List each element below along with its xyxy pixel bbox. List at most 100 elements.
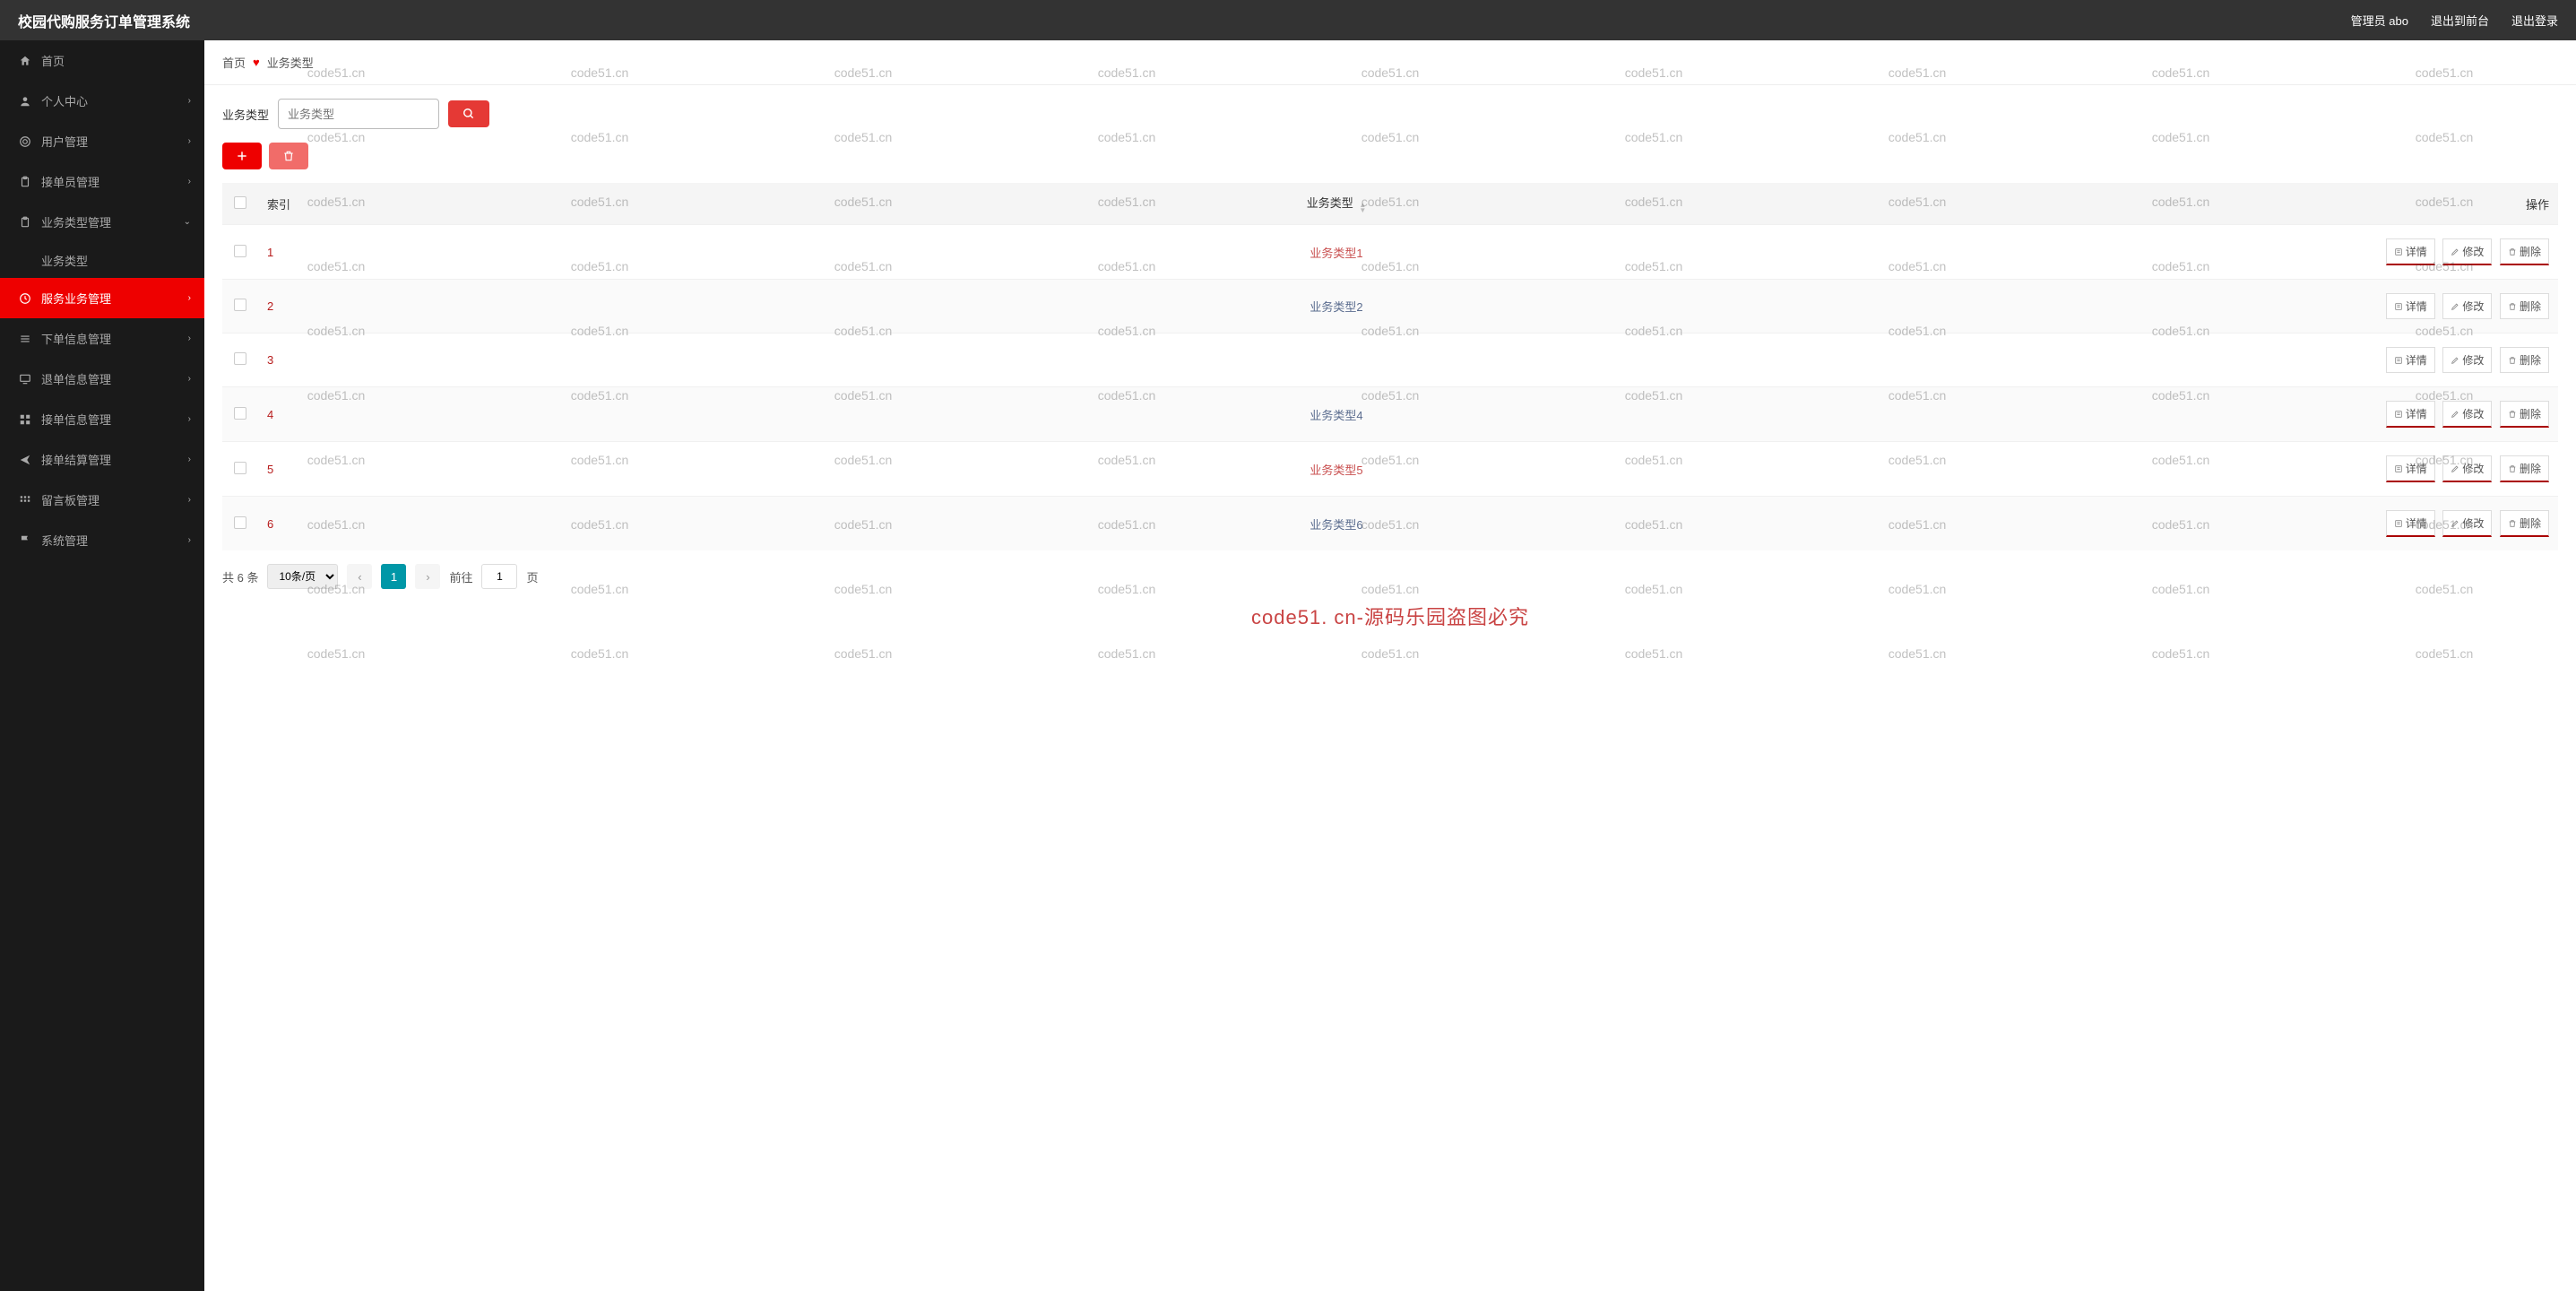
page-number-button[interactable]: 1 xyxy=(381,564,406,589)
row-type: 业务类型1 xyxy=(330,225,2343,280)
trash-icon xyxy=(2508,356,2517,365)
edit-icon xyxy=(2451,519,2459,528)
menu-label: 个人中心 xyxy=(41,92,88,109)
data-table: 索引 业务类型 ▲▼ 操作 1 业务类型1 详情 修改 删除 2 业务类型2 详 xyxy=(222,183,2558,550)
row-index: 2 xyxy=(258,280,330,334)
edit-button[interactable]: 修改 xyxy=(2442,401,2492,428)
plus-icon xyxy=(236,150,248,162)
grid-icon xyxy=(18,412,32,427)
row-checkbox[interactable] xyxy=(234,352,246,365)
detail-button[interactable]: 详情 xyxy=(2386,401,2435,428)
menu-label: 首页 xyxy=(41,52,65,69)
table-row: 4 业务类型4 详情 修改 删除 xyxy=(222,387,2558,442)
menu-label: 业务类型管理 xyxy=(41,213,111,230)
edit-button[interactable]: 修改 xyxy=(2442,238,2492,265)
chevron-right-icon: › xyxy=(188,495,191,505)
row-checkbox[interactable] xyxy=(234,462,246,474)
detail-icon xyxy=(2394,519,2403,528)
home-icon xyxy=(18,54,32,68)
row-checkbox[interactable] xyxy=(234,245,246,257)
delete-button[interactable]: 删除 xyxy=(2500,455,2549,482)
logout-link[interactable]: 退出登录 xyxy=(2511,12,2558,29)
sidebar-item-首页[interactable]: 首页 xyxy=(0,40,204,81)
chevron-down-icon: ⌄ xyxy=(184,217,191,227)
detail-button[interactable]: 详情 xyxy=(2386,510,2435,537)
sidebar-item-退单信息管理[interactable]: 退单信息管理› xyxy=(0,359,204,399)
flag-icon xyxy=(18,533,32,548)
top-header: 校园代购服务订单管理系统 管理员 abo 退出到前台 退出登录 xyxy=(0,0,2576,40)
edit-button[interactable]: 修改 xyxy=(2442,293,2492,319)
add-button[interactable] xyxy=(222,143,262,169)
goto-page-input[interactable] xyxy=(481,564,517,589)
menu-label: 下单信息管理 xyxy=(41,330,111,347)
row-checkbox[interactable] xyxy=(234,516,246,529)
page-next-button[interactable]: › xyxy=(415,564,440,589)
select-all-checkbox[interactable] xyxy=(234,196,246,209)
sidebar-item-接单员管理[interactable]: 接单员管理 › xyxy=(0,161,204,202)
edit-button[interactable]: 修改 xyxy=(2442,510,2492,537)
sidebar-item-服务业务管理[interactable]: 服务业务管理› xyxy=(0,278,204,318)
delete-button[interactable]: 删除 xyxy=(2500,238,2549,265)
col-type[interactable]: 业务类型 ▲▼ xyxy=(330,183,2343,225)
table-row: 3 详情 修改 删除 xyxy=(222,334,2558,387)
sidebar: 首页个人中心›用户管理›接单员管理›业务类型管理⌄业务类型服务业务管理›下单信息… xyxy=(0,40,204,1291)
row-index: 1 xyxy=(258,225,330,280)
row-type xyxy=(330,334,2343,387)
chevron-right-icon: › xyxy=(188,293,191,303)
batch-delete-button[interactable] xyxy=(269,143,308,169)
page-size-select[interactable]: 10条/页 xyxy=(267,564,338,589)
detail-button[interactable]: 详情 xyxy=(2386,293,2435,319)
chevron-right-icon: › xyxy=(188,177,191,186)
goto-suffix: 页 xyxy=(526,568,538,585)
edit-button[interactable]: 修改 xyxy=(2442,455,2492,482)
sidebar-item-业务类型管理[interactable]: 业务类型管理 ⌄ xyxy=(0,202,204,242)
row-checkbox[interactable] xyxy=(234,407,246,420)
trash-icon xyxy=(2508,464,2517,473)
sidebar-item-接单信息管理[interactable]: 接单信息管理› xyxy=(0,399,204,439)
row-checkbox[interactable] xyxy=(234,299,246,311)
user-icon xyxy=(18,94,32,108)
detail-button[interactable]: 详情 xyxy=(2386,455,2435,482)
main-content: code51.cncode51.cncode51.cncode51.cncode… xyxy=(204,40,2576,1291)
chevron-right-icon: › xyxy=(188,374,191,384)
detail-icon xyxy=(2394,356,2403,365)
chevron-right-icon: › xyxy=(188,334,191,343)
chevron-right-icon: › xyxy=(188,455,191,464)
search-button[interactable] xyxy=(448,100,489,127)
sidebar-item-接单结算管理[interactable]: 接单结算管理 › xyxy=(0,439,204,480)
submenu-item-业务类型[interactable]: 业务类型 xyxy=(0,242,204,278)
sidebar-item-用户管理[interactable]: 用户管理› xyxy=(0,121,204,161)
page-prev-button[interactable]: ‹ xyxy=(347,564,372,589)
table-row: 6 业务类型6 详情 修改 删除 xyxy=(222,497,2558,551)
menu-label: 接单员管理 xyxy=(41,173,99,190)
chevron-right-icon: › xyxy=(188,136,191,146)
delete-button[interactable]: 删除 xyxy=(2500,510,2549,537)
page-total: 共 6 条 xyxy=(222,568,258,585)
sidebar-item-下单信息管理[interactable]: 下单信息管理 › xyxy=(0,318,204,359)
edit-icon xyxy=(2451,247,2459,256)
search-input[interactable] xyxy=(278,99,439,129)
detail-button[interactable]: 详情 xyxy=(2386,238,2435,265)
breadcrumb-home[interactable]: 首页 xyxy=(222,54,246,71)
sidebar-item-留言板管理[interactable]: 留言板管理 › xyxy=(0,480,204,520)
menu-label: 接单信息管理 xyxy=(41,411,111,428)
sort-icon: ▲▼ xyxy=(1359,203,1366,213)
admin-label[interactable]: 管理员 abo xyxy=(2351,12,2408,29)
row-index: 4 xyxy=(258,387,330,442)
delete-button[interactable]: 删除 xyxy=(2500,347,2549,373)
app-title: 校园代购服务订单管理系统 xyxy=(18,10,190,31)
goto-prefix: 前往 xyxy=(449,568,472,585)
col-index: 索引 xyxy=(258,183,330,225)
delete-button[interactable]: 删除 xyxy=(2500,293,2549,319)
sidebar-item-系统管理[interactable]: 系统管理› xyxy=(0,520,204,560)
row-type: 业务类型2 xyxy=(330,280,2343,334)
sidebar-item-个人中心[interactable]: 个人中心› xyxy=(0,81,204,121)
detail-button[interactable]: 详情 xyxy=(2386,347,2435,373)
delete-button[interactable]: 删除 xyxy=(2500,401,2549,428)
menu-label: 留言板管理 xyxy=(41,491,99,508)
exit-frontend-link[interactable]: 退出到前台 xyxy=(2431,12,2489,29)
edit-button[interactable]: 修改 xyxy=(2442,347,2492,373)
menu-label: 接单结算管理 xyxy=(41,451,111,468)
chevron-right-icon: › xyxy=(188,535,191,545)
table-row: 5 业务类型5 详情 修改 删除 xyxy=(222,442,2558,497)
